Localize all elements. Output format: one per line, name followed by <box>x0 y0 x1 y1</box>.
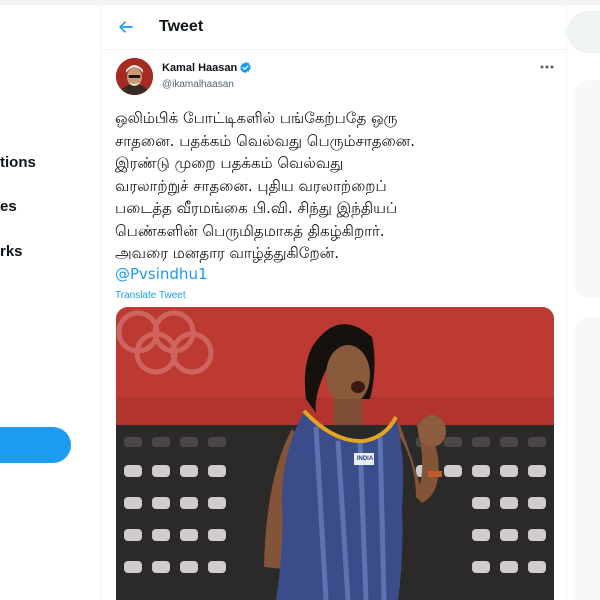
main-column: Tweet Kamal Haasan @ikamalhaasan ஒலிம்பி… <box>101 5 567 600</box>
tweet-photo[interactable]: INDIA <box>116 307 554 600</box>
tweet-text-line: இரண்டு முறை பதக்கம் வெல்வது <box>115 154 344 172</box>
compose-tweet-button[interactable] <box>0 427 71 463</box>
translate-tweet-link[interactable]: Translate Tweet <box>115 290 186 301</box>
verified-badge-icon <box>240 61 251 74</box>
right-sidebar <box>567 5 600 600</box>
tweet-text-line: படைத்த வீரமங்கை பி.வி. சிந்து இந்தியப் <box>115 199 398 217</box>
who-to-follow-panel <box>575 317 600 600</box>
tweet-text-line: அவரை மனதார வாழ்த்துகிறேன். <box>115 244 339 262</box>
more-horizontal-icon[interactable] <box>539 63 555 71</box>
author-handle[interactable]: @ikamalhaasan <box>162 79 234 90</box>
avatar[interactable] <box>116 58 153 95</box>
sidebar-item-messages[interactable]: es <box>0 198 17 215</box>
mention-link[interactable]: @Pvsindhu1 <box>115 265 208 283</box>
sidebar-item-bookmarks[interactable]: rks <box>0 243 23 260</box>
trends-panel <box>575 80 600 298</box>
jersey-label: INDIA <box>356 456 374 462</box>
page-title: Tweet <box>159 18 204 35</box>
tweet-text-line: சாதனை. பதக்கம் வெல்வது பெரும்சாதனை. <box>115 131 415 150</box>
tweet-text: ஒலிம்பிக் போட்டிகளில் பங்கேற்பதே ஒரு சாத… <box>115 107 565 265</box>
tweet-text-line: பெண்களின் பெருமிதமாகத் திகழ்கிறார். <box>115 221 385 240</box>
tweet-text-line: ஒலிம்பிக் போட்டிகளில் பங்கேற்பதே ஒரு <box>115 109 398 127</box>
sidebar-nav: tions es rks <box>0 0 101 600</box>
page-header: Tweet <box>102 5 566 50</box>
author-display-name[interactable]: Kamal Haasan <box>162 62 237 74</box>
search-input[interactable] <box>567 11 600 53</box>
sidebar-item-notifications[interactable]: tions <box>0 154 36 171</box>
arrow-left-icon[interactable] <box>116 17 136 37</box>
tweet-text-line: வரலாற்றுச் சாதனை. புதிய வரலாற்றைப் <box>115 176 387 195</box>
